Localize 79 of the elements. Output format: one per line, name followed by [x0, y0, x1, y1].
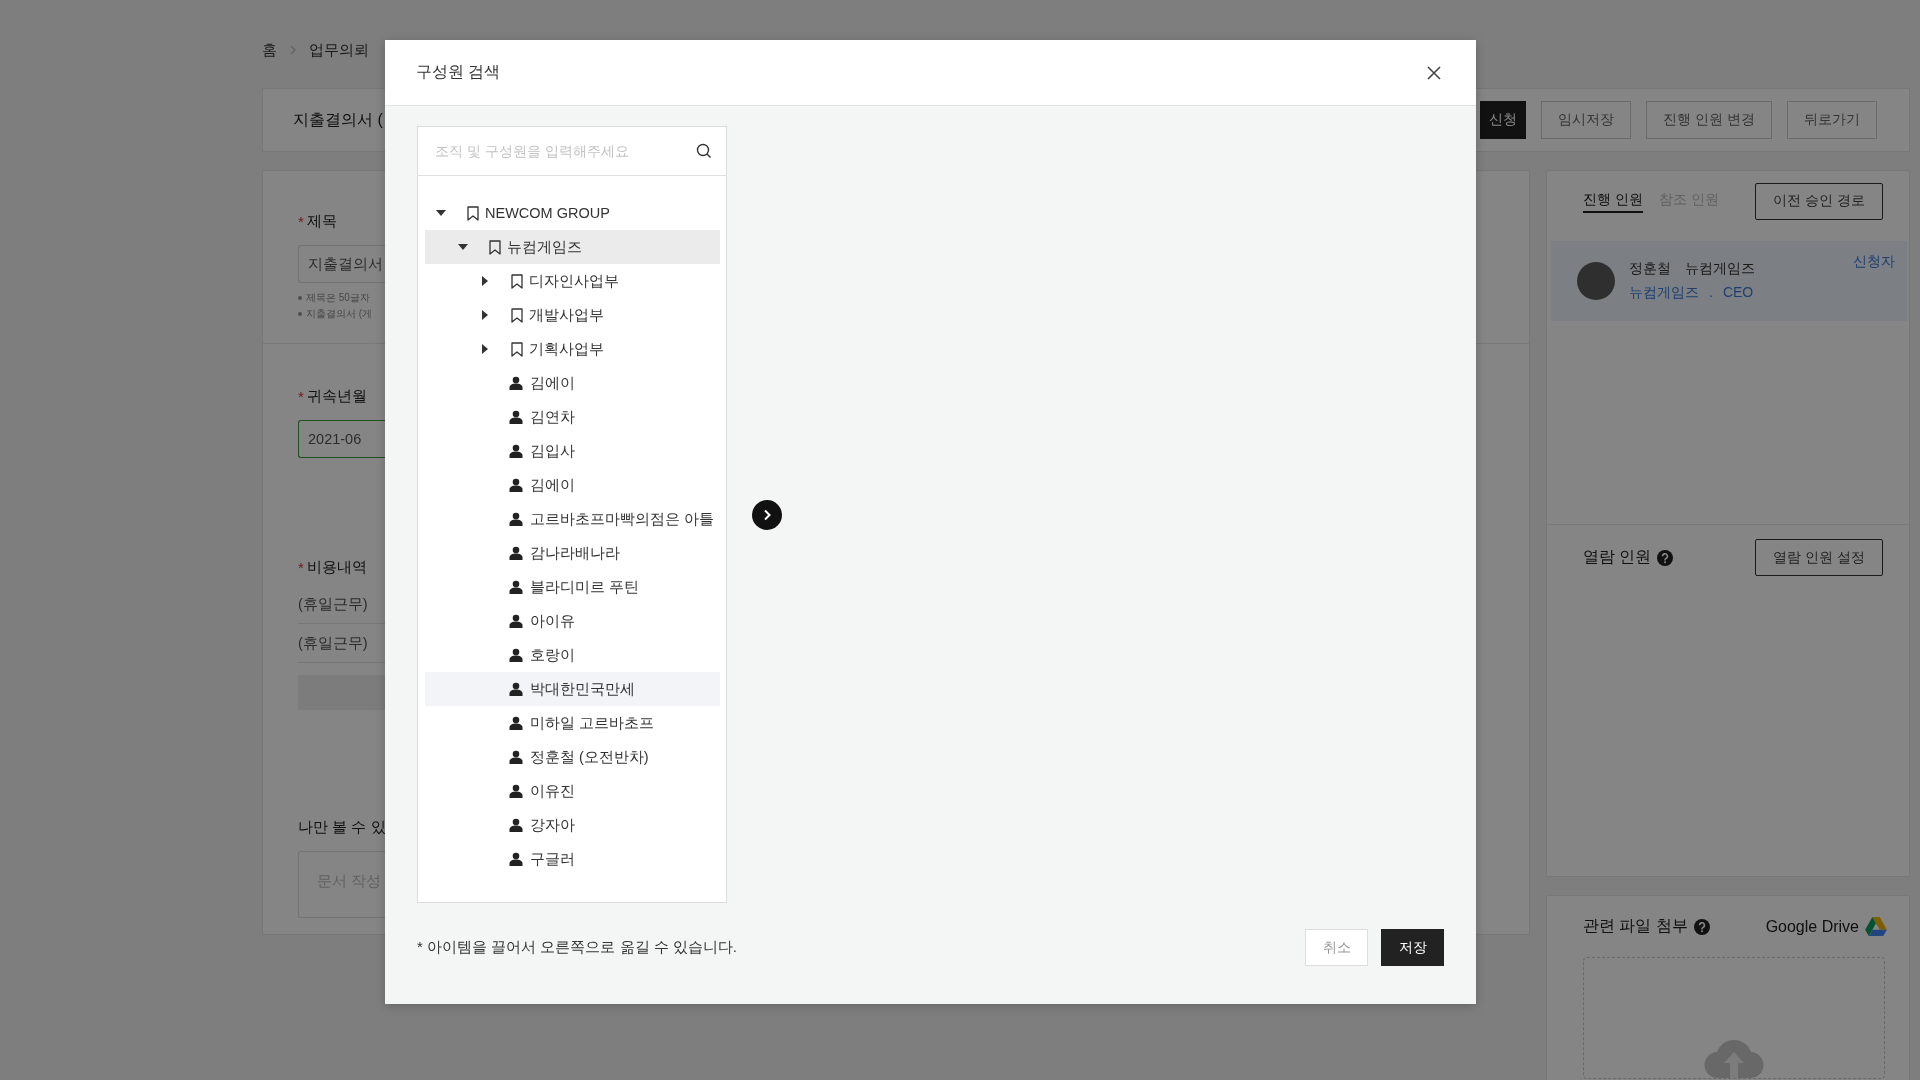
section-title: 열람 인원 [1583, 547, 1652, 567]
person-icon [509, 818, 523, 832]
member-item[interactable]: 호랑이 [425, 638, 720, 672]
chevron-right-icon [762, 508, 772, 521]
person-icon [509, 546, 523, 560]
member-item[interactable]: 정훈철 (오전반차) [425, 740, 720, 774]
member-item[interactable]: 강자아 [425, 808, 720, 842]
position-name: CEO [1722, 284, 1754, 302]
close-icon [1426, 64, 1442, 81]
member-item[interactable]: 김에이 [425, 366, 720, 400]
move-right-button[interactable] [752, 499, 782, 530]
bookmark-icon [511, 273, 523, 289]
department-name: 뉴컴게임즈 [1629, 284, 1699, 302]
save-button[interactable]: 저장 [1381, 929, 1444, 966]
member-item[interactable]: 고르바초프마빡의점은 아틀 [425, 502, 720, 536]
required-mark: * [298, 387, 304, 405]
drive-logo-icon [1865, 917, 1887, 936]
section-title: 관련 파일 첨부 [1583, 916, 1688, 936]
separator-dot: . [1709, 284, 1713, 302]
member-item[interactable]: 아이유 [425, 604, 720, 638]
org-item[interactable]: 뉴컴게임즈 [425, 230, 720, 264]
company-name: 뉴컴게임즈 [1685, 260, 1755, 278]
dialog-title: 구성원 검색 [416, 62, 501, 82]
required-mark: * [298, 212, 304, 230]
person-icon [509, 410, 523, 424]
org-item[interactable]: NEWCOM GROUP [425, 196, 720, 230]
bullet-icon [298, 296, 302, 300]
help-icon [1657, 549, 1674, 566]
bullet-icon [298, 312, 302, 316]
help-icon [1693, 918, 1710, 935]
member-item[interactable]: 블라디미르 푸틴 [425, 570, 720, 604]
person-icon [509, 614, 523, 628]
member-item[interactable]: 구글러 [425, 842, 720, 876]
bookmark-icon [467, 205, 479, 221]
person-icon [509, 512, 523, 526]
member-item[interactable]: 김연차 [425, 400, 720, 434]
hint-text: * 아이템을 끌어서 오른쪽으로 옮길 수 있습니다. [417, 938, 737, 957]
history-button[interactable]: 이전 승인 경로 [1755, 182, 1883, 220]
person-icon [509, 852, 523, 866]
field-label: 제목 [306, 211, 337, 231]
breadcrumb-link[interactable]: 홈 [262, 40, 277, 60]
search-icon [696, 143, 712, 159]
drive-label: Google Drive [1765, 917, 1859, 936]
org-item[interactable]: 디자인사업부 [425, 264, 720, 298]
field-label: 나만 볼 수 있 [298, 817, 386, 837]
person-name: 정훈철 [1629, 260, 1671, 278]
role-label: 신청자 [1853, 253, 1895, 271]
required-mark: * [298, 558, 304, 576]
chevron-right-icon [289, 45, 297, 55]
member-item[interactable]: 김에이 [425, 468, 720, 502]
person-icon [509, 444, 523, 458]
avatar [1577, 262, 1615, 300]
person-icon [509, 376, 523, 390]
org-item[interactable]: 개발사업부 [425, 298, 720, 332]
member-item[interactable]: 감나라배나라 [425, 536, 720, 570]
field-label: 귀속년월 [306, 386, 367, 406]
bookmark-icon [511, 307, 523, 323]
member-item[interactable]: 이유진 [425, 774, 720, 808]
person-icon [509, 750, 523, 764]
member-item[interactable]: 미하일 고르바초프 [425, 706, 720, 740]
submit-button[interactable]: 신청 [1480, 101, 1527, 139]
org-item[interactable]: 기획사업부 [425, 332, 720, 366]
person-icon [509, 580, 523, 594]
person-icon [509, 478, 523, 492]
bookmark-icon [511, 341, 523, 357]
field-label: 비용내역 [306, 557, 367, 577]
bookmark-icon [489, 239, 501, 255]
viewer-settings-button[interactable]: 열람 인원 설정 [1755, 539, 1883, 576]
breadcrumb-link[interactable]: 업무의뢰 [309, 40, 369, 60]
member-item[interactable]: 김입사 [425, 434, 720, 468]
person-icon [509, 648, 523, 662]
close-button[interactable] [1426, 64, 1442, 81]
person-icon [509, 682, 523, 696]
tab[interactable]: 진행 인원 [1583, 189, 1643, 213]
person-icon [509, 784, 523, 798]
search-field[interactable]: 조직 및 구성원을 입력해주세요 [433, 126, 696, 176]
member-item[interactable]: 박대한민국만세 [425, 672, 720, 706]
person-icon [509, 716, 523, 730]
document-title: 지출결의서 ( [293, 109, 383, 130]
